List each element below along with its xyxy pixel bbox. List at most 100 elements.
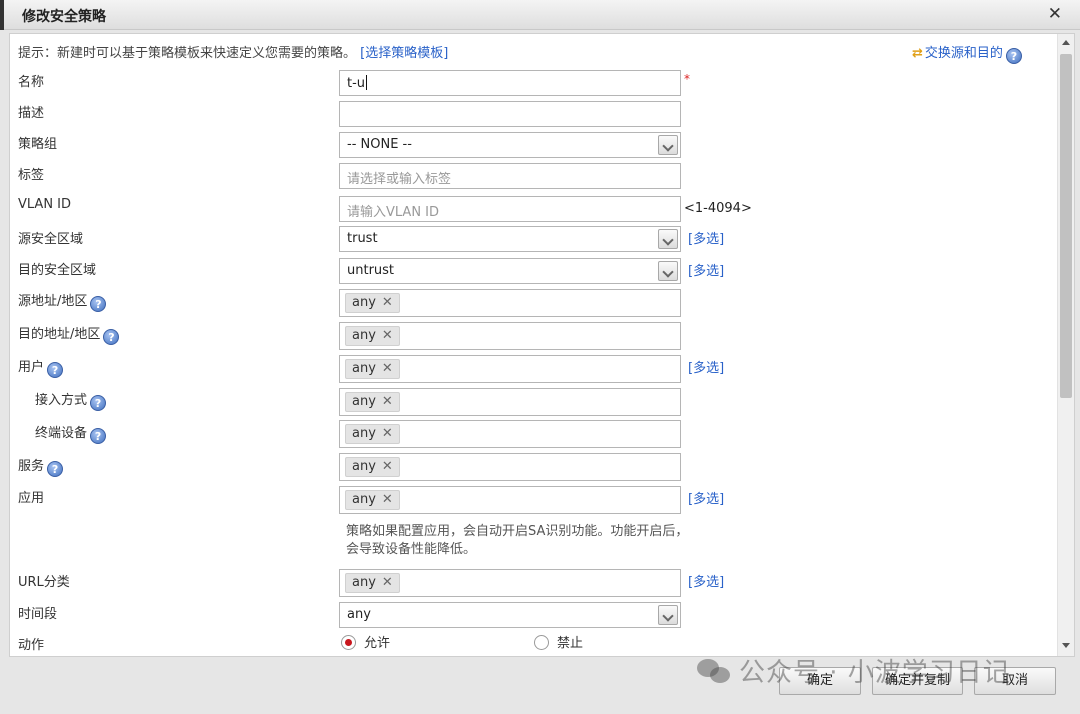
tag-text: any [352,295,376,310]
src-addr-label: 源地址/地区? [18,290,107,312]
name-value: t-u [347,76,366,91]
src-zone-multi-link[interactable]: [多选] [688,228,724,247]
group-value: -- NONE -- [347,137,412,152]
help-icon[interactable]: ? [47,362,64,378]
dialog-titlebar: 修改安全策略 ✕ [0,0,1080,30]
tag-text: any [352,361,376,376]
text-caret [366,75,368,90]
tag-input[interactable]: 请选择或输入标签 [339,163,681,189]
dialog-title: 修改安全策略 [22,9,106,25]
tag-placeholder: 请选择或输入标签 [347,172,452,187]
user-text: 用户 [18,360,45,375]
help-icon[interactable]: ? [103,329,120,345]
service-label: 服务? [18,455,64,477]
access-text: 接入方式 [35,393,88,408]
form-panel: 提示：新建时可以基于策略模板来快速定义您需要的策略。 [选择策略模板] ⇄ 交换源… [9,33,1075,657]
app-input[interactable]: any ✕ [339,486,681,514]
required-mark: * [684,72,690,86]
scroll-up-icon[interactable] [1062,40,1070,45]
url-label: URL分类 [18,575,70,590]
select-template-link[interactable]: [选择策略模板] [360,46,448,61]
chevron-down-icon[interactable] [658,605,678,625]
swap-icon: ⇄ [912,46,923,61]
window-edge [0,0,4,30]
vertical-scrollbar[interactable] [1057,34,1074,656]
remove-icon[interactable]: ✕ [382,328,393,343]
help-icon[interactable]: ? [47,461,64,477]
src-zone-select[interactable]: trust [339,226,681,252]
swap-src-dst-link[interactable]: ⇄ 交换源和目的? [912,42,1022,64]
dst-zone-label: 目的安全区域 [18,263,97,278]
time-select[interactable]: any [339,602,681,628]
action-allow-radio[interactable]: 允许 [341,632,390,651]
tag-text: any [352,575,376,590]
close-icon[interactable]: ✕ [1048,4,1062,24]
terminal-text: 终端设备 [35,426,88,441]
dst-addr-input[interactable]: any ✕ [339,322,681,350]
src-addr-input[interactable]: any ✕ [339,289,681,317]
wechat-logo-icon [697,657,731,685]
help-icon[interactable]: ? [90,395,107,411]
vlan-label: VLAN ID [18,197,72,212]
src-zone-label: 源安全区域 [18,232,84,247]
help-icon[interactable]: ? [1005,48,1022,64]
help-icon[interactable]: ? [90,296,107,312]
action-label: 动作 [18,638,45,653]
group-select[interactable]: -- NONE -- [339,132,681,158]
radio-checked-icon [341,635,356,650]
src-addr-tag: any ✕ [345,293,400,313]
scroll-down-icon[interactable] [1062,643,1070,648]
url-input[interactable]: any ✕ [339,569,681,597]
access-tag: any ✕ [345,392,400,412]
dst-addr-text: 目的地址/地区 [18,327,101,342]
vlan-input[interactable]: 请输入VLAN ID [339,196,681,222]
terminal-label: 终端设备? [35,422,107,444]
hint-message: 提示：新建时可以基于策略模板来快速定义您需要的策略。 [18,46,357,61]
service-tag: any ✕ [345,457,400,477]
tag-text: any [352,328,376,343]
dst-addr-label: 目的地址/地区? [18,323,120,345]
user-multi-link[interactable]: [多选] [688,357,724,376]
remove-icon[interactable]: ✕ [382,492,393,507]
url-tag: any ✕ [345,573,400,593]
chevron-down-icon[interactable] [658,229,678,249]
chevron-down-icon[interactable] [658,135,678,155]
dst-zone-multi-link[interactable]: [多选] [688,260,724,279]
app-tag: any ✕ [345,490,400,510]
allow-label: 允许 [364,636,391,651]
name-label: 名称 [18,75,45,90]
access-input[interactable]: any ✕ [339,388,681,416]
user-tag: any ✕ [345,359,400,379]
src-addr-text: 源地址/地区 [18,294,88,309]
remove-icon[interactable]: ✕ [382,394,393,409]
remove-icon[interactable]: ✕ [382,459,393,474]
user-input[interactable]: any ✕ [339,355,681,383]
dst-zone-select[interactable]: untrust [339,258,681,284]
chevron-down-icon[interactable] [658,261,678,281]
remove-icon[interactable]: ✕ [382,295,393,310]
desc-label: 描述 [18,106,45,121]
service-input[interactable]: any ✕ [339,453,681,481]
help-icon[interactable]: ? [90,428,107,444]
vlan-placeholder: 请输入VLAN ID [347,205,440,220]
hint-text: 提示：新建时可以基于策略模板来快速定义您需要的策略。 [选择策略模板] [18,42,448,61]
remove-icon[interactable]: ✕ [382,426,393,441]
remove-icon[interactable]: ✕ [382,575,393,590]
tag-text: any [352,426,376,441]
swap-label: 交换源和目的 [924,46,1003,61]
app-multi-link[interactable]: [多选] [688,488,724,507]
radio-unchecked-icon [534,635,549,650]
terminal-tag: any ✕ [345,424,400,444]
group-label: 策略组 [18,137,58,152]
name-input[interactable]: t-u [339,70,681,96]
service-text: 服务 [18,459,45,474]
tag-text: any [352,394,376,409]
terminal-input[interactable]: any ✕ [339,420,681,448]
remove-icon[interactable]: ✕ [382,361,393,376]
tag-text: any [352,492,376,507]
tag-text: any [352,459,376,474]
action-deny-radio[interactable]: 禁止 [534,632,583,651]
scrollbar-thumb[interactable] [1060,54,1072,398]
desc-input[interactable] [339,101,681,127]
url-multi-link[interactable]: [多选] [688,571,724,590]
